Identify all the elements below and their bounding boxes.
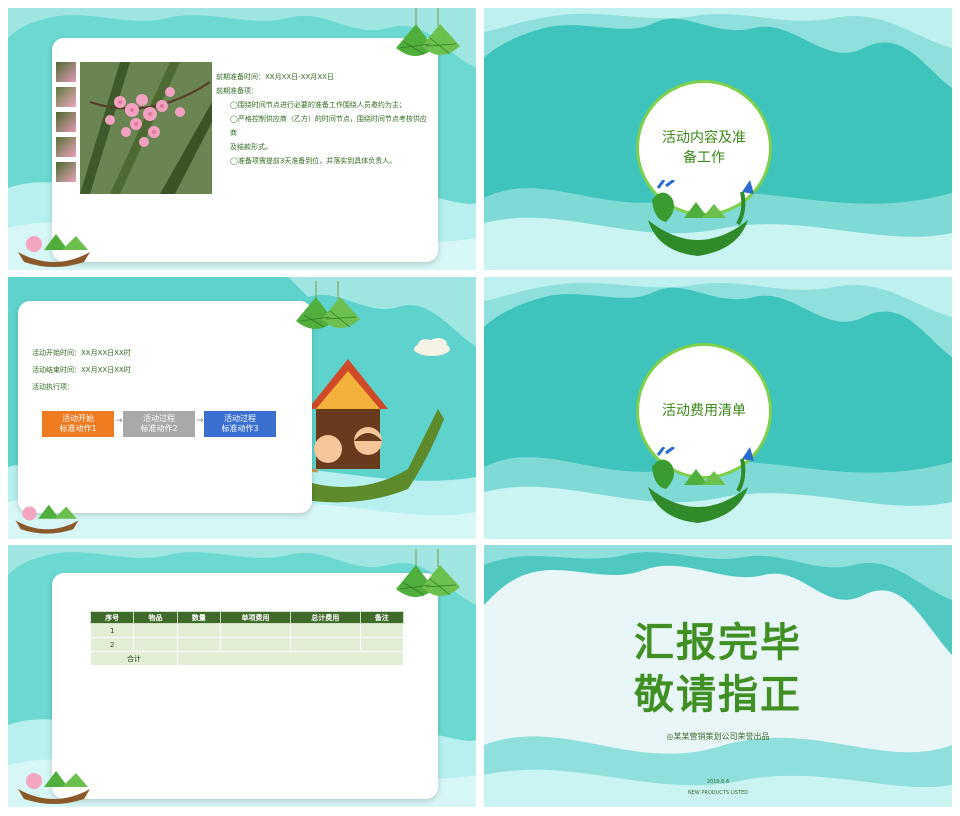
start-time: 活动开始时间：XX月XX日XX时 bbox=[32, 349, 131, 357]
prep-item: ◯严格控制供应商（乙方）的时间节点，围绕时间节点考核供应商 bbox=[230, 115, 427, 137]
closing-title-line: 敬请指正 bbox=[634, 672, 802, 718]
table-row[interactable]: 1 bbox=[89, 623, 405, 638]
table-cell[interactable] bbox=[133, 623, 178, 638]
cherry-blossom-photo bbox=[80, 62, 212, 194]
flow-step-subtitle: 标准动作2 bbox=[140, 424, 178, 433]
prep-item: ◯围绕时间节点进行必要的准备工作围绕人员邀约为主； bbox=[230, 101, 406, 109]
thumbnail-strip[interactable] bbox=[56, 62, 76, 182]
total-cell[interactable] bbox=[176, 651, 405, 666]
company-credit: ◎某某营销策划公司荣誉出品 bbox=[666, 732, 770, 741]
table-header: 备注 bbox=[359, 611, 405, 624]
prep-text-block: 前期准备时间：XX月XX日-XX月XX日 前期准备项： ◯围绕时间节点进行必要的… bbox=[216, 70, 431, 168]
section-title-line: 备工作 bbox=[683, 150, 725, 166]
flow-step-title: 活动过程 bbox=[224, 414, 256, 423]
table-cell[interactable] bbox=[220, 623, 291, 638]
thumbnail[interactable] bbox=[56, 62, 76, 82]
table-header: 数量 bbox=[176, 611, 222, 624]
end-time: 活动结束时间：XX月XX日XX时 bbox=[32, 366, 131, 374]
zongzi-basket-icon bbox=[18, 234, 90, 267]
thumbnail[interactable] bbox=[56, 87, 76, 107]
table-total-row[interactable]: 合计 bbox=[90, 651, 405, 666]
cloud-icon bbox=[414, 338, 450, 356]
slide-5-cost-table[interactable]: 序号 物品 数量 单项费用 总计费用 备注 1 2 合计 bbox=[8, 545, 476, 807]
flow-arrow: → bbox=[115, 416, 123, 426]
flow-step-2[interactable]: 活动过程 标准动作2 bbox=[123, 411, 195, 437]
section-title: 活动费用清单 bbox=[662, 403, 746, 419]
zongzi-icon bbox=[396, 8, 460, 56]
exec-label: 活动执行项： bbox=[32, 383, 74, 391]
flow-step-3[interactable]: 活动过程 标准动作3 bbox=[204, 411, 276, 437]
flow-step-title: 活动过程 bbox=[143, 414, 175, 423]
table-cell[interactable] bbox=[289, 637, 361, 652]
slide-4-section-title[interactable]: 活动费用清单 bbox=[484, 277, 952, 539]
prep-item: ◯准备项需提前3天准备到位，并落实到具体负责人。 bbox=[230, 157, 397, 165]
prep-items-label: 前期准备项： bbox=[216, 87, 258, 95]
slide-1-prep[interactable]: 前期准备时间：XX月XX日-XX月XX日 前期准备项： ◯围绕时间节点进行必要的… bbox=[8, 8, 476, 270]
dragon-boat-icon bbox=[648, 180, 754, 256]
dragon-boat-pavilion-illustration bbox=[298, 359, 444, 503]
table-cell[interactable] bbox=[133, 637, 178, 652]
closing-title-line: 汇报完毕 bbox=[634, 620, 802, 666]
table-header: 物品 bbox=[133, 611, 178, 624]
flow-step-title: 活动开始 bbox=[62, 414, 94, 423]
table-header: 序号 bbox=[89, 611, 135, 624]
total-label: 合计 bbox=[90, 651, 178, 666]
prep-time: 前期准备时间：XX月XX日-XX月XX日 bbox=[216, 73, 334, 81]
footer-text: NEW PRODUCTS LISTED bbox=[687, 790, 749, 796]
slide-2-section-title[interactable]: 活动内容及准 备工作 bbox=[484, 8, 952, 270]
table-row[interactable]: 2 bbox=[89, 637, 405, 652]
thumbnail[interactable] bbox=[56, 162, 76, 182]
slide-6-closing[interactable]: 汇报完毕 敬请指正 ◎某某营销策划公司荣誉出品 2019.6.6 NEW PRO… bbox=[484, 545, 952, 807]
flow-arrow: → bbox=[196, 416, 204, 426]
table-cell[interactable] bbox=[359, 637, 405, 652]
thumbnail[interactable] bbox=[56, 137, 76, 157]
content-card bbox=[52, 573, 438, 799]
table-cell[interactable] bbox=[176, 637, 222, 652]
table-cell[interactable] bbox=[289, 623, 361, 638]
content-card bbox=[18, 301, 312, 513]
zongzi-basket-icon bbox=[15, 504, 79, 534]
table-cell[interactable] bbox=[176, 623, 222, 638]
zongzi-basket-icon bbox=[18, 771, 90, 804]
slide-3-execution[interactable]: 活动开始时间：XX月XX日XX时 活动结束时间：XX月XX日XX时 活动执行项：… bbox=[8, 277, 476, 539]
schedule-block: 活动开始时间：XX月XX日XX时 活动结束时间：XX月XX日XX时 活动执行项： bbox=[32, 345, 292, 396]
prep-item: 及结款形式。 bbox=[230, 143, 272, 151]
table-header: 总计费用 bbox=[289, 611, 361, 624]
flow-step-subtitle: 标准动作3 bbox=[221, 424, 259, 433]
table-header: 单项费用 bbox=[220, 611, 291, 624]
table-cell[interactable] bbox=[220, 637, 291, 652]
table-cell[interactable]: 2 bbox=[89, 637, 135, 652]
dragon-boat-icon bbox=[648, 447, 754, 523]
table-cell[interactable]: 1 bbox=[89, 623, 135, 638]
date-text: 2019.6.6 bbox=[706, 779, 730, 785]
table-header-row: 序号 物品 数量 单项费用 总计费用 备注 bbox=[89, 611, 405, 624]
section-title-line: 活动内容及准 bbox=[662, 130, 746, 146]
closing-title: 汇报完毕 敬请指正 bbox=[484, 617, 952, 721]
table-cell[interactable] bbox=[359, 623, 405, 638]
cost-table: 序号 物品 数量 单项费用 总计费用 备注 1 2 合计 bbox=[89, 611, 405, 666]
zongzi-icon bbox=[296, 281, 360, 329]
thumbnail[interactable] bbox=[56, 112, 76, 132]
flow-step-subtitle: 标准动作1 bbox=[59, 424, 97, 433]
zongzi-icon bbox=[396, 549, 460, 597]
flow-step-1[interactable]: 活动开始 标准动作1 bbox=[42, 411, 114, 437]
